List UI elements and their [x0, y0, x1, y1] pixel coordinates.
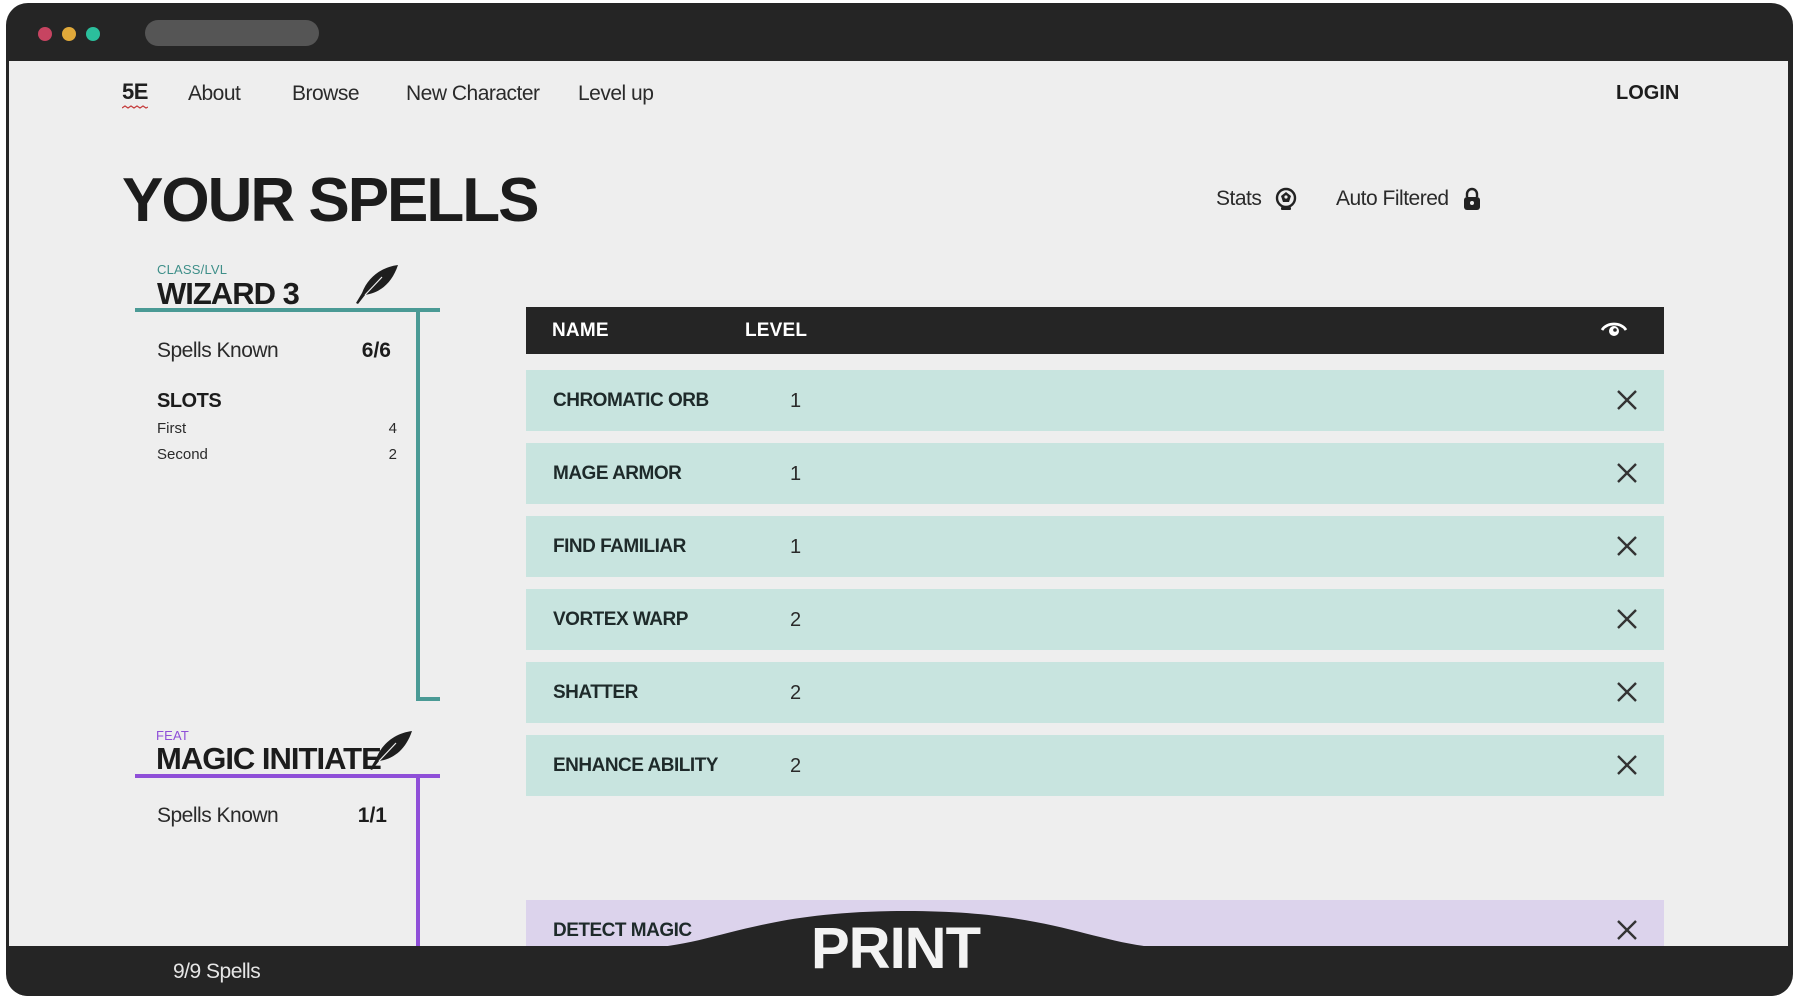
site-logo[interactable]: 5E	[122, 79, 148, 105]
login-link[interactable]: LOGIN	[1616, 82, 1679, 105]
nav-link-about[interactable]: About	[188, 82, 241, 106]
spell-level: 1	[790, 536, 802, 558]
minimize-window-button[interactable]	[62, 27, 76, 41]
nav-link-new-character[interactable]: New Character	[406, 82, 540, 106]
spells-known-value: 6/6	[361, 339, 391, 362]
spell-row[interactable]: SHATTER 2	[526, 662, 1664, 723]
close-icon[interactable]	[1614, 679, 1640, 705]
spells-known-label: Spells Known	[157, 339, 279, 362]
stats-label: Stats	[1216, 187, 1262, 210]
close-icon[interactable]	[1614, 533, 1640, 559]
lock-icon	[1463, 187, 1480, 210]
spell-name: CHROMATIC ORB	[553, 390, 709, 411]
feather-quill-icon[interactable]	[366, 729, 414, 771]
slot-label-second: Second	[157, 446, 208, 463]
title-bar	[6, 3, 1793, 61]
group-bracket-wizard	[416, 308, 420, 701]
close-icon[interactable]	[1614, 752, 1640, 778]
spell-count: 9/9 Spells	[173, 960, 261, 983]
group-bracket-magic-initiate	[416, 774, 420, 946]
column-header-level[interactable]: LEVEL	[745, 320, 807, 342]
slot-value-second: 2	[388, 446, 397, 463]
nav-link-level-up[interactable]: Level up	[578, 82, 654, 106]
spell-level: 1	[790, 463, 802, 485]
page-title: YOUR SPELLS	[122, 166, 540, 235]
spells-known-label: Spells Known	[157, 804, 279, 827]
nav-link-browse[interactable]: Browse	[292, 82, 360, 106]
maximize-window-button[interactable]	[86, 27, 100, 41]
auto-filter-label: Auto Filtered	[1336, 187, 1449, 210]
close-icon[interactable]	[1614, 606, 1640, 632]
group-name-magic-initiate: MAGIC INITIATE	[156, 741, 382, 776]
page-content: 5E About Browse New Character Level up L…	[9, 61, 1788, 946]
address-bar[interactable]	[145, 20, 319, 46]
spell-name: MAGE ARMOR	[553, 463, 682, 484]
spell-name: SHATTER	[553, 682, 638, 703]
stats-button[interactable]: Stats	[1216, 187, 1297, 211]
spell-row[interactable]: VORTEX WARP 2	[526, 589, 1664, 650]
group-tag-class: CLASS/LVL	[157, 262, 228, 277]
feather-quill-icon[interactable]	[352, 263, 400, 305]
group-divider-wizard	[135, 308, 440, 312]
logo-underline-decoration	[122, 105, 148, 109]
group-bracket-end-wizard	[416, 697, 440, 701]
slot-label-first: First	[157, 420, 187, 437]
spell-row[interactable]: CHROMATIC ORB 1	[526, 370, 1664, 431]
spell-level: 2	[790, 755, 802, 777]
auto-filter-toggle[interactable]: Auto Filtered	[1336, 187, 1481, 211]
group-divider-magic-initiate	[135, 774, 440, 778]
close-icon[interactable]	[1614, 460, 1640, 486]
column-header-name[interactable]: NAME	[552, 320, 609, 342]
slot-value-first: 4	[388, 420, 397, 437]
spell-level: 2	[790, 682, 802, 704]
spell-row[interactable]: ENHANCE ABILITY 2	[526, 735, 1664, 796]
close-window-button[interactable]	[38, 27, 52, 41]
spell-level: 1	[790, 390, 802, 412]
group-name-wizard: WIZARD 3	[157, 276, 300, 311]
spell-name: ENHANCE ABILITY	[553, 755, 718, 776]
close-icon[interactable]	[1614, 387, 1640, 413]
spell-level: 2	[790, 609, 802, 631]
browser-window: 5E About Browse New Character Level up L…	[6, 3, 1793, 996]
close-icon[interactable]	[1614, 917, 1640, 943]
spell-row[interactable]: FIND FAMILIAR 1	[526, 516, 1664, 577]
spells-known-value: 1/1	[357, 804, 387, 827]
spell-name: FIND FAMILIAR	[553, 536, 686, 557]
spell-name: VORTEX WARP	[553, 609, 688, 630]
slots-heading: SLOTS	[157, 390, 222, 412]
spell-table-header: NAME LEVEL	[526, 307, 1664, 354]
dice-icon	[1276, 187, 1297, 210]
print-button[interactable]: PRINT	[811, 915, 981, 982]
eye-icon[interactable]	[1600, 319, 1628, 341]
spell-row[interactable]: MAGE ARMOR 1	[526, 443, 1664, 504]
